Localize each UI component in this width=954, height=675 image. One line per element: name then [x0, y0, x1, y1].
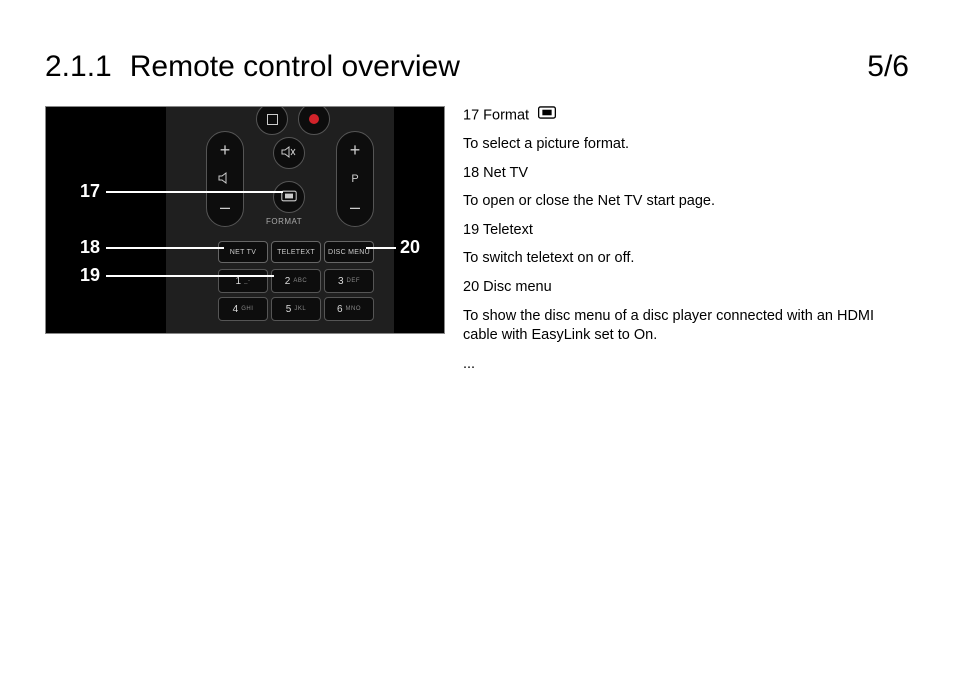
callout-20: 20 [400, 237, 420, 258]
teletext-button: TELETEXT [271, 241, 321, 263]
item-17-body: To select a picture format. [463, 135, 909, 155]
item-20-body: To show the disc menu of a disc player c… [463, 307, 909, 346]
format-icon [281, 190, 297, 205]
item-17-title: 17 Format [463, 106, 909, 126]
callout-17: 17 [80, 181, 100, 202]
minus-icon: – [350, 197, 360, 218]
disc-menu-button: DISC MENU [324, 241, 374, 263]
record-icon [309, 114, 319, 124]
item-18-title: 18 Net TV [463, 164, 909, 184]
numpad-row-2: 4GHI 5JKL 6MNO [218, 297, 374, 321]
manual-page: 2.1.1 Remote control overview 5/6 + – [0, 0, 954, 675]
item-19-body: To switch teletext on or off. [463, 249, 909, 269]
format-icon [537, 106, 557, 126]
callout-18: 18 [80, 237, 100, 258]
item-19-title: 19 Teletext [463, 221, 909, 241]
format-label: FORMAT [266, 217, 302, 226]
remote-figure: + – + P – FORMAT [45, 106, 445, 334]
numpad-3: 3DEF [324, 269, 374, 293]
item-18-body: To open or close the Net TV start page. [463, 192, 909, 212]
plus-icon: + [350, 140, 361, 161]
page-indicator: 5/6 [867, 50, 909, 84]
numpad-4: 4GHI [218, 297, 268, 321]
volume-icon [218, 172, 232, 187]
section-number: 2.1.1 [45, 50, 112, 84]
volume-rocker: + – [206, 131, 244, 227]
plus-icon: + [220, 140, 231, 161]
numpad-1: 1_- [218, 269, 268, 293]
stop-icon [267, 114, 278, 125]
callout-19: 19 [80, 265, 100, 286]
function-row: NET TV TELETEXT DISC MENU [218, 241, 374, 263]
minus-icon: – [220, 197, 230, 218]
net-tv-button: NET TV [218, 241, 268, 263]
mute-icon [281, 145, 297, 162]
content-columns: + – + P – FORMAT [45, 106, 909, 383]
page-header: 2.1.1 Remote control overview 5/6 [45, 50, 909, 84]
mute-button [273, 137, 305, 169]
item-20-title: 20 Disc menu [463, 278, 909, 298]
callout-line-19 [106, 275, 274, 277]
numpad-6: 6MNO [324, 297, 374, 321]
continuation-indicator: ... [463, 355, 909, 375]
callout-line-20 [366, 247, 396, 249]
numpad-2: 2ABC [271, 269, 321, 293]
format-button [273, 181, 305, 213]
description-column: 17 Format To select a picture format. 18… [463, 106, 909, 383]
program-label: P [351, 173, 358, 185]
numpad-row-1: 1_- 2ABC 3DEF [218, 269, 374, 293]
program-rocker: + P – [336, 131, 374, 227]
numpad-5: 5JKL [271, 297, 321, 321]
callout-line-17 [106, 191, 283, 193]
title-group: 2.1.1 Remote control overview [45, 50, 460, 84]
callout-line-18 [106, 247, 224, 249]
section-title: Remote control overview [130, 50, 460, 84]
